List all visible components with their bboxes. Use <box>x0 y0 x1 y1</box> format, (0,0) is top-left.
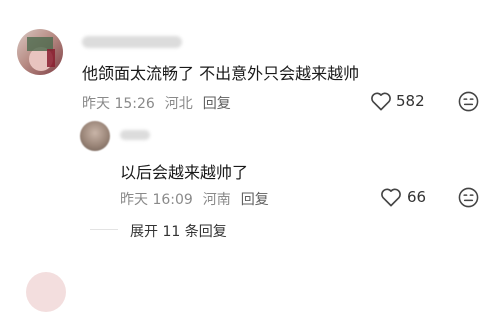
reply-like-count: 66 <box>407 188 427 206</box>
reply-time: 昨天 16:09 <box>120 192 193 208</box>
reply-button[interactable]: 回复 <box>203 96 231 112</box>
like-count: 582 <box>396 92 425 110</box>
avatar[interactable] <box>17 29 63 75</box>
comment-location: 河北 <box>164 96 193 112</box>
reply-reply-button[interactable]: 回复 <box>241 192 269 208</box>
reply-username-blurred[interactable] <box>120 130 150 140</box>
comment-meta: 昨天 15:26 河北 回复 <box>82 93 241 113</box>
comment-time: 昨天 15:26 <box>82 96 155 112</box>
avatar-image <box>27 37 55 71</box>
expand-replies-button[interactable]: 展开 11 条回复 <box>130 221 227 241</box>
heart-outline-icon[interactable] <box>370 91 392 111</box>
reply-location: 河南 <box>202 192 231 208</box>
username-blurred[interactable] <box>82 36 182 48</box>
next-comment-avatar[interactable] <box>26 272 66 312</box>
reply-text: 以后会越来越帅了 <box>120 163 249 182</box>
meh-face-icon[interactable] <box>458 187 479 208</box>
comment-text: 他颌面太流畅了 不出意外只会越来越帅 <box>82 64 360 83</box>
heart-outline-icon[interactable] <box>380 187 402 207</box>
reply-avatar[interactable] <box>80 121 110 151</box>
expand-divider <box>90 229 118 230</box>
reply-meta: 昨天 16:09 河南 回复 <box>120 189 279 209</box>
meh-face-icon[interactable] <box>458 91 479 112</box>
